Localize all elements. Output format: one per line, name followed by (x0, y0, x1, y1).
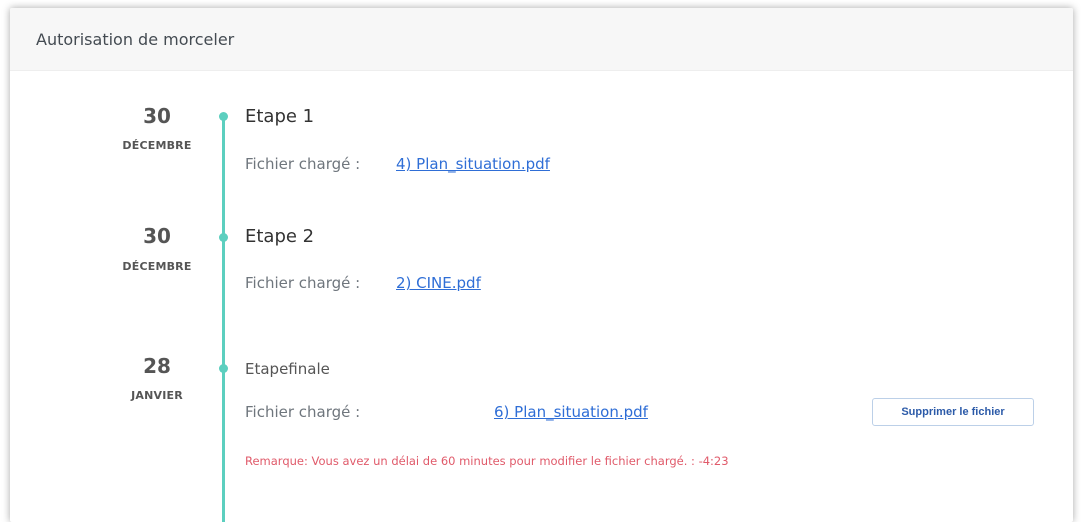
timeline-dot-final (219, 364, 228, 373)
step-1-month: DÉCEMBRE (122, 139, 192, 152)
step-final-month: JANVIER (131, 389, 183, 402)
step-2-file-link[interactable]: 2) CINE.pdf (396, 274, 481, 292)
step-2-month: DÉCEMBRE (122, 260, 192, 273)
step-1-day: 30 (143, 104, 171, 128)
step-2-file-label: Fichier chargé : (245, 274, 361, 292)
step-final-title: Etapefinale (245, 360, 330, 378)
step-1-file-link[interactable]: 4) Plan_situation.pdf (396, 155, 550, 173)
step-final-file-link[interactable]: 6) Plan_situation.pdf (494, 403, 648, 421)
step-2-day: 30 (143, 224, 171, 248)
panel-header: Autorisation de morceler (10, 8, 1073, 71)
step-2-title: Etape 2 (245, 226, 315, 247)
timeline-panel: Autorisation de morceler 30 DÉCEMBRE Eta… (10, 8, 1073, 522)
step-1-file-label: Fichier chargé : (245, 155, 361, 173)
timeline-dot-1 (219, 112, 228, 121)
step-1-title: Etape 1 (245, 106, 315, 127)
timeline-dot-2 (219, 233, 228, 242)
remark-text: Remarque: Vous avez un délai de 60 minut… (245, 454, 729, 468)
step-final-day: 28 (143, 354, 171, 378)
timeline-line (222, 116, 225, 522)
step-final-file-label: Fichier chargé : (245, 403, 361, 421)
delete-file-button[interactable]: Supprimer le fichier (872, 398, 1034, 426)
panel-title: Autorisation de morceler (36, 29, 235, 49)
